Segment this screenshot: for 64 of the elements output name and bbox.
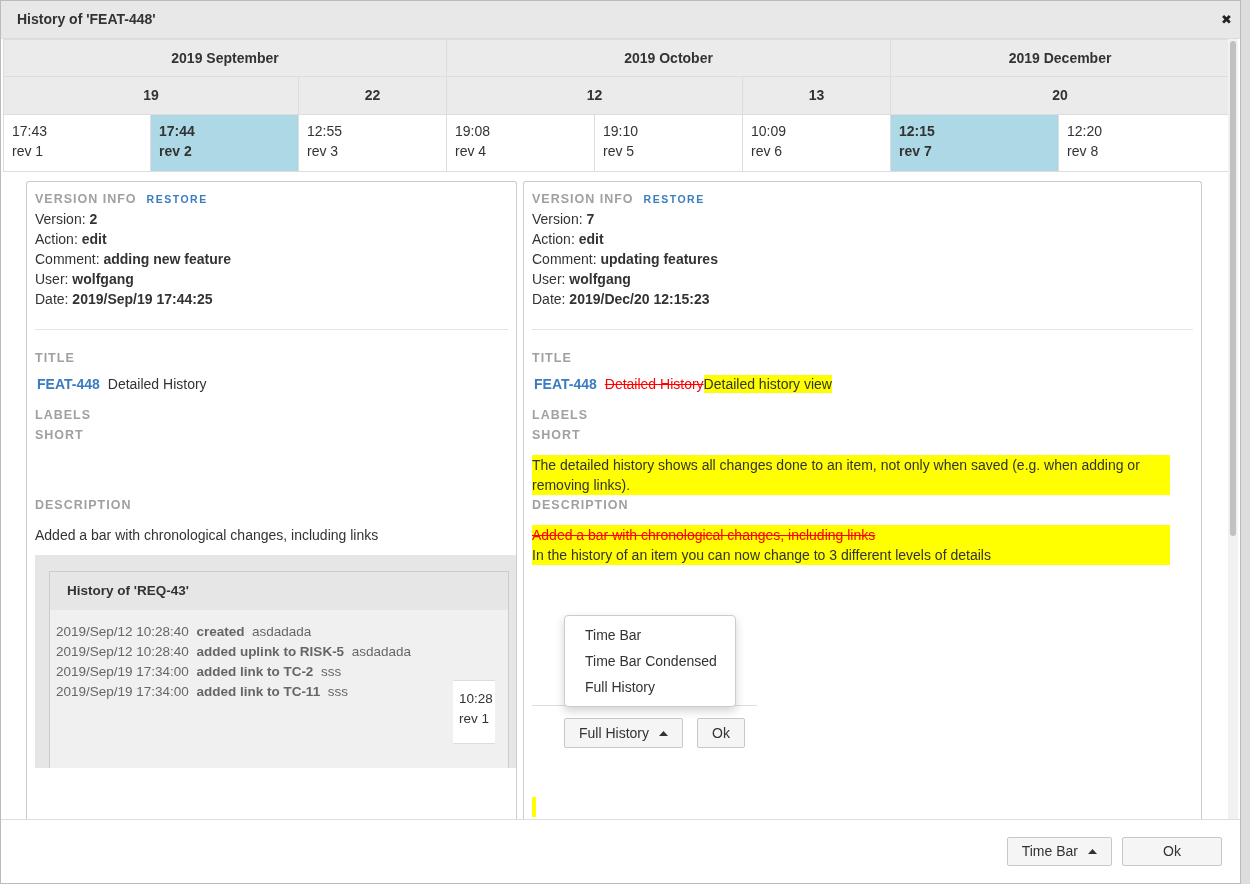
- description-text: Added a bar with chronological changes, including links: [532, 526, 876, 545]
- day-header: 12: [446, 76, 743, 115]
- section-heading: TITLE: [35, 350, 76, 367]
- version-field: Comment: updating features: [532, 249, 1193, 269]
- section-heading: TITLE: [532, 350, 573, 367]
- view-dropdown-button[interactable]: Time Bar: [1006, 837, 1112, 866]
- dialog-title: History of 'FEAT-448': [17, 10, 156, 29]
- description-text: In the history of an item you can now change to 3 different levels of details: [532, 546, 991, 565]
- month-header: 2019 October: [446, 39, 891, 77]
- section-heading: DESCRIPTION: [35, 497, 133, 514]
- version-field: Version: 7: [532, 209, 1193, 229]
- section-heading: VERSION INFO: [532, 192, 634, 206]
- history-entry: 2019/Sep/12 10:28:40 created asdadada: [55, 623, 313, 641]
- caret-icon: [1088, 849, 1097, 854]
- scrollbar[interactable]: [1228, 39, 1238, 819]
- section-heading: SHORT: [532, 427, 582, 444]
- title-text: Detailed History: [107, 376, 207, 392]
- ok-button[interactable]: Ok: [697, 718, 745, 748]
- version-field: User: wolfgang: [35, 269, 508, 289]
- restore-link[interactable]: RESTORE: [146, 193, 208, 205]
- day-header: 22: [298, 76, 447, 115]
- section-heading: DESCRIPTION: [532, 497, 630, 514]
- history-entry: 2019/Sep/19 17:34:00 added link to TC-11 sss: [55, 683, 349, 701]
- short-description-text: The detailed history shows all changes done to an item, not only when saved (e.g. when adding or removing links).: [532, 456, 1141, 495]
- section-heading: SHORT: [35, 427, 85, 444]
- revision-cell[interactable]: 17:43 rev 1: [3, 114, 151, 172]
- menu-item[interactable]: Time Bar: [565, 622, 735, 648]
- day-header: 19: [3, 76, 299, 115]
- ok-button[interactable]: Ok: [1122, 837, 1222, 866]
- item-id-link[interactable]: FEAT-448: [534, 376, 597, 392]
- view-dropdown-button[interactable]: Full History: [564, 718, 683, 748]
- revision-cell[interactable]: 10:09 rev 6: [742, 114, 891, 172]
- section-heading: LABELS: [532, 407, 589, 424]
- version-field: Date: 2019/Dec/20 12:15:23: [532, 289, 1193, 309]
- description-text: Added a bar with chronological changes, including links: [35, 526, 379, 545]
- menu-item[interactable]: Time Bar Condensed: [565, 648, 735, 674]
- day-header: 13: [742, 76, 891, 115]
- restore-link[interactable]: RESTORE: [643, 193, 705, 205]
- day-header: 20: [890, 76, 1228, 115]
- menu-item[interactable]: Full History: [565, 674, 735, 700]
- history-window-title: History of 'REQ-43': [50, 572, 508, 610]
- history-entry: 2019/Sep/19 17:34:00 added link to TC-2 sss: [55, 663, 343, 681]
- caret-icon: [659, 730, 668, 736]
- month-header: 2019 September: [3, 39, 447, 77]
- version-field: User: wolfgang: [532, 269, 1193, 289]
- revision-cell: 10:28 rev 1: [453, 680, 495, 744]
- version-field: Date: 2019/Sep/19 17:44:25: [35, 289, 508, 309]
- version-field: Version: 2: [35, 209, 508, 229]
- revision-cell[interactable]: 19:08 rev 4: [446, 114, 595, 172]
- title-text: Detailed History: [604, 376, 704, 392]
- version-field: Comment: adding new feature: [35, 249, 508, 269]
- history-entry: 2019/Sep/12 10:28:40 added uplink to RISK-5 asdadada: [55, 643, 412, 661]
- revision-cell[interactable]: 12:55 rev 3: [298, 114, 447, 172]
- section-heading: VERSION INFO: [35, 192, 137, 206]
- version-field: Action: edit: [532, 229, 1193, 249]
- item-id-link[interactable]: FEAT-448: [37, 376, 100, 392]
- change-marker: [532, 797, 536, 817]
- section-heading: LABELS: [35, 407, 92, 424]
- month-header: 2019 December: [890, 39, 1228, 77]
- close-button[interactable]: ✖: [1221, 9, 1232, 30]
- revision-cell[interactable]: 19:10 rev 5: [594, 114, 743, 172]
- version-field: Action: edit: [35, 229, 508, 249]
- revision-cell[interactable]: 17:44 rev 2: [150, 114, 299, 172]
- revision-cell[interactable]: 12:15 rev 7: [890, 114, 1059, 172]
